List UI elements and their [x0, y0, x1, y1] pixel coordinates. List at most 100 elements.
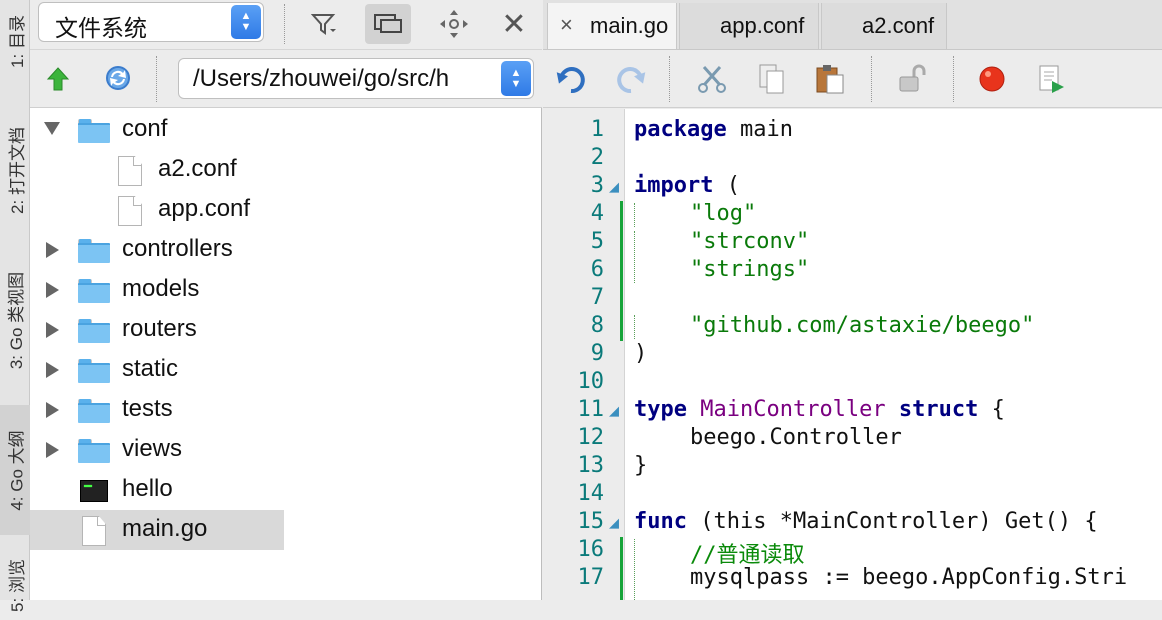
dock-tab-browse[interactable]: 5: 浏览	[0, 550, 30, 620]
tree-item-a2-conf[interactable]: a2.conf	[30, 150, 542, 190]
undo-icon[interactable]	[553, 60, 591, 98]
code-text: (	[713, 173, 740, 198]
tab-label: main.go	[590, 13, 669, 38]
toolbar-divider	[284, 4, 285, 44]
line-number: 9	[590, 341, 604, 366]
tree-item-routers[interactable]: routers	[30, 310, 542, 350]
collapsed-triangle-icon[interactable]	[46, 282, 59, 298]
up-arrow-icon[interactable]	[42, 62, 74, 96]
dock-tab-go-outline[interactable]: 4: Go 大纲	[0, 405, 30, 535]
dock-tab-open-documents[interactable]: 2: 打开文档	[0, 100, 30, 240]
fold-marker-icon[interactable]: ◢	[609, 179, 619, 195]
code-line-12: beego.Controller	[690, 425, 902, 450]
tree-item-models[interactable]: models	[30, 270, 542, 310]
line-number: 4	[590, 201, 604, 226]
filter-icon[interactable]	[306, 6, 344, 42]
copy-icon[interactable]	[753, 60, 791, 98]
line-number: 14	[577, 481, 605, 506]
folder-icon	[78, 319, 110, 343]
indent-guide	[634, 231, 635, 283]
line-number: 13	[577, 453, 605, 478]
cut-icon[interactable]	[693, 60, 731, 98]
collapsed-triangle-icon[interactable]	[46, 402, 59, 418]
tree-item-main-go[interactable]: main.go	[30, 510, 284, 550]
tab-main-go[interactable]: × main.go	[547, 3, 677, 49]
indent-guide	[634, 203, 635, 227]
fold-marker-icon[interactable]: ◢	[609, 515, 619, 531]
folder-icon	[78, 279, 110, 303]
string-literal: "log"	[690, 201, 757, 226]
tree-item-label: a2.conf	[158, 155, 237, 182]
indent-guide	[634, 539, 635, 600]
code-text: main	[726, 117, 793, 142]
paste-icon[interactable]	[811, 60, 849, 98]
tree-item-label: conf	[122, 115, 168, 142]
code-editor[interactable]: 1 2 3 4 5 6 7 8 9 10 11 12 13 14 15 16 1…	[543, 109, 1162, 600]
tree-item-conf[interactable]: conf	[30, 110, 542, 150]
code-line-13: }	[634, 453, 647, 478]
type-name: MainController	[700, 397, 886, 422]
line-number: 15	[577, 509, 605, 534]
tab-app-conf[interactable]: app.conf	[679, 3, 819, 49]
file-icon	[118, 156, 142, 186]
refresh-icon[interactable]	[100, 60, 136, 96]
move-icon[interactable]	[434, 6, 474, 42]
collapsed-triangle-icon[interactable]	[46, 322, 59, 338]
path-select[interactable]: /Users/zhouwei/go/src/h ▲ ▼	[178, 58, 534, 99]
line-number: 8	[590, 313, 604, 338]
tree-item-label: static	[122, 355, 179, 382]
line-number: 17	[577, 565, 605, 590]
dock-tab-label: 3: Go 类视图	[7, 271, 27, 369]
view-select[interactable]: 文件系统 ▲ ▼	[38, 2, 264, 42]
collapsed-triangle-icon[interactable]	[46, 442, 59, 458]
close-icon[interactable]: ✕	[496, 6, 532, 42]
folder-icon	[78, 119, 110, 143]
tree-item-tests[interactable]: tests	[30, 390, 542, 430]
keyword: func	[634, 509, 687, 534]
tab-a2-conf[interactable]: a2.conf	[821, 3, 947, 49]
folder-icon	[78, 399, 110, 423]
tab-label: a2.conf	[862, 13, 935, 38]
keyword: type	[634, 397, 687, 422]
dock-tab-directory[interactable]: 1: 目录	[0, 0, 30, 82]
fold-marker-icon[interactable]: ◢	[609, 403, 619, 419]
lock-icon[interactable]	[893, 60, 931, 98]
string-literal: "strconv"	[690, 229, 810, 254]
tree-item-label: app.conf	[158, 195, 251, 222]
tree-item-controllers[interactable]: controllers	[30, 230, 542, 270]
tree-item-static[interactable]: static	[30, 350, 542, 390]
code-line-6: "strings"	[690, 257, 809, 282]
run-document-icon[interactable]	[1033, 60, 1071, 98]
code-line-11: type MainController struct {	[634, 397, 1005, 422]
redo-icon[interactable]	[611, 60, 649, 98]
code-text: mysqlpass := beego.AppConfig.Stri	[690, 565, 1128, 590]
dock-tab-label: 2: 打开文档	[7, 126, 27, 214]
line-number: 1	[590, 117, 604, 142]
line-number: 10	[577, 369, 605, 394]
tree-item-app-conf[interactable]: app.conf	[30, 190, 542, 230]
tab-label: app.conf	[720, 13, 805, 38]
tree-item-views[interactable]: views	[30, 430, 542, 470]
dock-tab-go-class-view[interactable]: 3: Go 类视图	[0, 255, 30, 385]
select-arrows-icon: ▲ ▼	[231, 5, 261, 39]
line-number: 5	[590, 229, 604, 254]
terminal-icon	[80, 480, 108, 502]
vertical-dock: 1: 目录 2: 打开文档 3: Go 类视图 4: Go 大纲 5: 浏览	[0, 0, 30, 611]
record-icon[interactable]	[973, 60, 1011, 98]
collapsed-triangle-icon[interactable]	[46, 242, 59, 258]
line-number: 7	[590, 285, 604, 310]
close-tab-icon[interactable]: ×	[560, 12, 573, 38]
expanded-triangle-icon[interactable]	[44, 122, 60, 135]
code-line-3: import (	[634, 173, 740, 198]
string-literal: "github.com/astaxie/beego"	[690, 313, 1035, 338]
code-text: (this *MainController) Get() {	[686, 509, 1098, 534]
path-value: /Users/zhouwei/go/src/h	[193, 65, 450, 92]
tree-item-hello[interactable]: hello	[30, 470, 542, 510]
toolbar-divider	[871, 56, 872, 102]
collapsed-triangle-icon[interactable]	[46, 362, 59, 378]
toolbar-divider	[669, 56, 670, 102]
code-line-15: func (this *MainController) Get() {	[634, 509, 1098, 534]
dock-tab-label: 5: 浏览	[7, 558, 27, 612]
split-window-icon[interactable]	[365, 4, 411, 44]
file-icon	[118, 196, 142, 226]
